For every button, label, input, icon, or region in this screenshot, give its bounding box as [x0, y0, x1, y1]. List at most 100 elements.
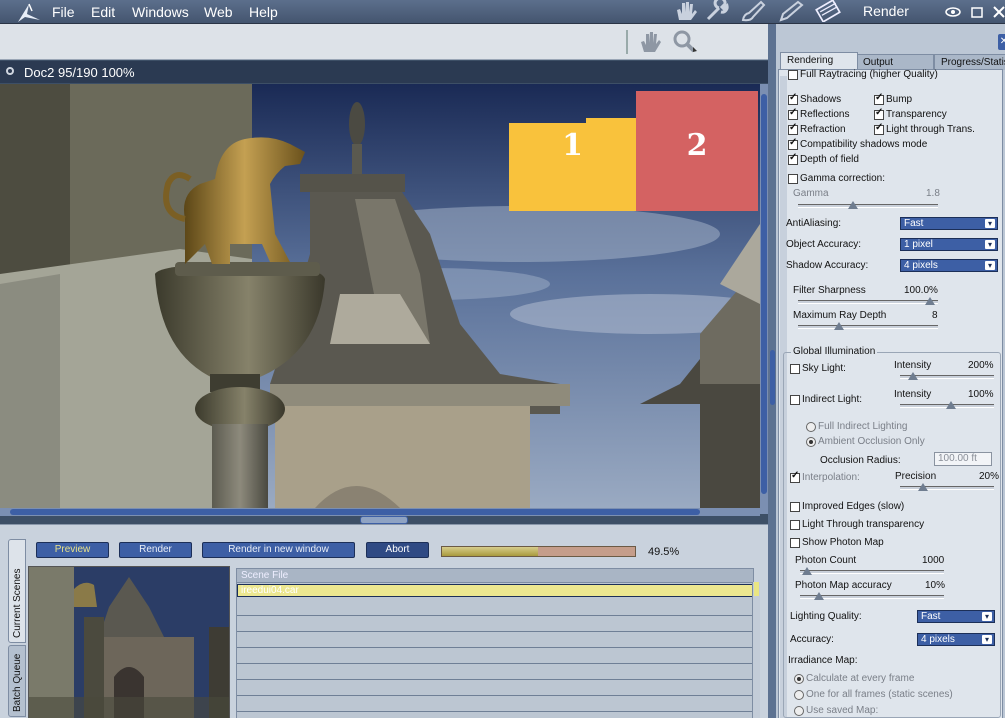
- photon-accuracy-knob[interactable]: [814, 592, 824, 600]
- antialiasing-label: AntiAliasing:: [786, 218, 842, 229]
- antialiasing-select-value: Fast: [904, 218, 924, 229]
- max-ray-depth-knob[interactable]: [834, 322, 844, 330]
- tab-progress-statistics[interactable]: Progress/Statistics: [934, 54, 1005, 70]
- calc-every-frame-radio[interactable]: Calculate at every frame: [794, 673, 914, 684]
- reflections-checkbox[interactable]: Reflections: [788, 107, 849, 120]
- photon-accuracy-slider[interactable]: [800, 592, 944, 600]
- precision-knob[interactable]: [918, 483, 928, 491]
- one-for-all-frames-radio[interactable]: One for all frames (static scenes): [794, 689, 953, 700]
- full-indirect-radio[interactable]: Full Indirect Lighting: [806, 421, 908, 432]
- menu-windows[interactable]: Windows: [132, 4, 189, 20]
- precision-slider[interactable]: [900, 483, 994, 491]
- close-icon[interactable]: [991, 4, 1005, 20]
- render-button[interactable]: Render: [119, 542, 192, 558]
- photon-count-slider[interactable]: [800, 567, 944, 575]
- bump-checkbox[interactable]: Bump: [874, 92, 912, 105]
- occlusion-radius-field[interactable]: 100.00 ft: [934, 452, 992, 466]
- maximize-icon[interactable]: [969, 4, 985, 20]
- photon-accuracy-label: Photon Map accuracy: [795, 580, 892, 591]
- tab-batch-queue[interactable]: Batch Queue: [8, 645, 26, 717]
- table-row[interactable]: [237, 616, 753, 632]
- film-tool-icon[interactable]: [815, 0, 841, 22]
- sky-intensity-knob[interactable]: [908, 372, 918, 380]
- gamma-slider-knob[interactable]: [848, 201, 858, 209]
- show-photon-map-checkbox[interactable]: Show Photon Map: [790, 537, 884, 548]
- abort-button[interactable]: Abort: [366, 542, 429, 558]
- shadows-checkbox[interactable]: Shadows: [788, 92, 841, 105]
- table-row[interactable]: [237, 680, 753, 696]
- menu-file[interactable]: File: [52, 4, 75, 20]
- filter-sharpness-knob[interactable]: [925, 297, 935, 305]
- table-row[interactable]: [237, 648, 753, 664]
- chevron-down-icon: ▾: [985, 219, 995, 228]
- antialiasing-select[interactable]: Fast ▾: [900, 217, 998, 230]
- table-row[interactable]: [237, 600, 753, 616]
- wrench-tool-icon[interactable]: [705, 0, 731, 22]
- menu-web[interactable]: Web: [204, 4, 233, 20]
- scene-list-scroll-thumb[interactable]: [754, 582, 759, 596]
- object-accuracy-select[interactable]: 1 pixel ▾: [900, 238, 998, 251]
- gamma-label: Gamma: [793, 188, 829, 199]
- interpolation-checkbox[interactable]: Interpolation:: [790, 470, 860, 483]
- transparency-checkbox[interactable]: Transparency: [874, 107, 947, 120]
- table-row[interactable]: [237, 696, 753, 712]
- app-logo-icon: [18, 3, 40, 22]
- document-title: Doc2 95/190 100%: [24, 65, 135, 80]
- lighting-quality-label: Lighting Quality:: [790, 611, 862, 622]
- light-through-transparency-checkbox[interactable]: Light Through transparency: [790, 519, 924, 530]
- render-new-window-button[interactable]: Render in new window: [202, 542, 355, 558]
- filter-sharpness-slider[interactable]: [798, 297, 938, 305]
- precision-value: 20%: [979, 471, 1000, 482]
- hand-tool-icon[interactable]: [673, 0, 699, 22]
- compatibility-shadows-checkbox[interactable]: Compatibility shadows mode: [788, 137, 927, 150]
- use-saved-map-radio[interactable]: Use saved Map:: [794, 705, 878, 716]
- scene-file-column-header[interactable]: Scene File: [237, 569, 753, 583]
- viewport-vertical-scrollbar[interactable]: [760, 84, 768, 514]
- light-through-trans-checkbox[interactable]: Light through Trans.: [874, 122, 975, 135]
- menu-edit[interactable]: Edit: [91, 4, 115, 20]
- scene-list-scrollbar[interactable]: [752, 582, 760, 718]
- zoom-magnifier-icon[interactable]: [672, 30, 698, 54]
- improved-edges-checkbox[interactable]: Improved Edges (slow): [790, 501, 904, 512]
- callout-2-label: 2: [686, 128, 708, 163]
- viewport-horizontal-scrollbar[interactable]: [0, 508, 760, 516]
- tab-rendering[interactable]: Rendering: [780, 52, 858, 70]
- menu-help[interactable]: Help: [249, 4, 278, 20]
- indirect-intensity-knob[interactable]: [946, 401, 956, 409]
- global-illumination-title: Global Illumination: [791, 346, 878, 357]
- panel-split-handle[interactable]: [360, 516, 408, 524]
- brush-tool-icon[interactable]: [740, 0, 766, 22]
- panel-collapse-icon[interactable]: ✕: [998, 34, 1005, 50]
- table-row[interactable]: ireedui04.car: [237, 584, 753, 597]
- gamma-slider[interactable]: [798, 201, 938, 209]
- indirect-light-checkbox[interactable]: Indirect Light:: [790, 394, 862, 405]
- shadow-accuracy-select[interactable]: 4 pixels ▾: [900, 259, 998, 272]
- lighting-quality-select[interactable]: Fast ▾: [917, 610, 995, 623]
- indirect-intensity-slider[interactable]: [900, 401, 994, 409]
- photon-count-value: 1000: [922, 555, 945, 566]
- render-panel-collapse-handle[interactable]: [770, 350, 775, 405]
- table-row[interactable]: [237, 632, 753, 648]
- gamma-correction-checkbox[interactable]: Gamma correction:: [788, 173, 885, 184]
- sky-intensity-slider[interactable]: [900, 372, 994, 380]
- tab-current-scenes[interactable]: Current Scenes: [8, 539, 26, 643]
- view-toolbar: [0, 24, 770, 60]
- pan-hand-icon[interactable]: [638, 30, 662, 54]
- horizontal-scroll-thumb[interactable]: [10, 509, 700, 515]
- eye-icon[interactable]: [945, 4, 961, 20]
- sky-light-checkbox[interactable]: Sky Light:: [790, 363, 846, 374]
- accuracy-select[interactable]: 4 pixels ▾: [917, 633, 995, 646]
- tab-output[interactable]: Output: [856, 54, 934, 70]
- ambient-occlusion-radio[interactable]: Ambient Occlusion Only: [806, 436, 925, 447]
- vertical-scroll-thumb[interactable]: [761, 94, 767, 494]
- refraction-checkbox[interactable]: Refraction: [788, 122, 846, 135]
- preview-button[interactable]: Preview: [36, 542, 109, 558]
- document-menu-icon[interactable]: [6, 67, 14, 75]
- max-ray-depth-slider[interactable]: [798, 322, 938, 330]
- pencil-tool-icon[interactable]: [778, 0, 804, 22]
- full-raytracing-checkbox[interactable]: Full Raytracing (higher Quality): [788, 69, 938, 80]
- table-row[interactable]: [237, 664, 753, 680]
- toolbar-divider: [626, 30, 628, 54]
- depth-of-field-checkbox[interactable]: Depth of field: [788, 152, 859, 165]
- photon-count-knob[interactable]: [802, 567, 812, 575]
